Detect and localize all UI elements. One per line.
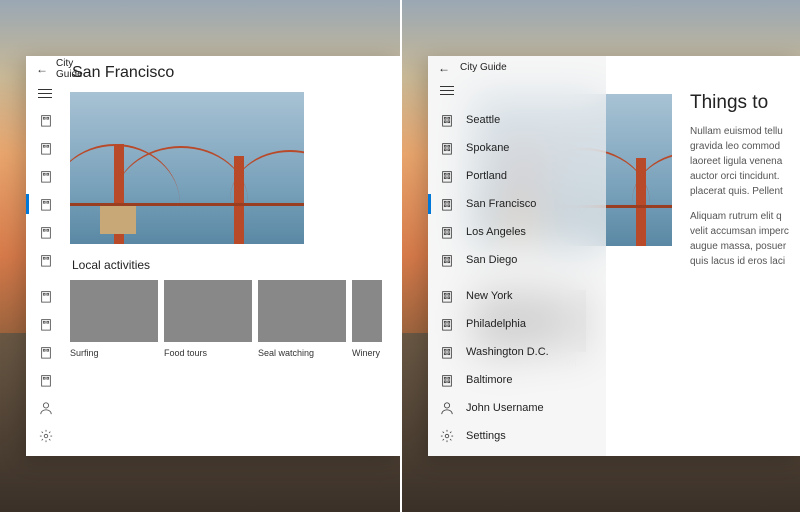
- nav-item-city[interactable]: [26, 106, 66, 134]
- building-icon: [440, 141, 454, 155]
- aside-content: Things to s Nullam euismod tellus gravid…: [382, 56, 400, 456]
- aside-paragraph: Nullam euismod tellu gravida leo commod …: [690, 124, 800, 199]
- app-window: Seal watching Wi Things to Nullam euismo…: [428, 56, 800, 456]
- building-icon: [440, 169, 454, 183]
- nav-item-city[interactable]: [26, 218, 66, 246]
- nav-settings[interactable]: Settings: [428, 422, 606, 450]
- nav-item[interactable]: Washington D.C.: [428, 338, 606, 366]
- nav-item-city[interactable]: [26, 310, 66, 338]
- aside-content: Things to Nullam euismod tellu gravida l…: [672, 56, 800, 456]
- nav-item-city[interactable]: [26, 162, 66, 190]
- hero-image: [70, 92, 304, 244]
- aside-paragraph: Aliquam rutrum elit q velit accumsan imp…: [690, 209, 800, 269]
- nav-item[interactable]: Spokane: [428, 134, 606, 162]
- nav-item[interactable]: Los Angeles: [428, 218, 606, 246]
- nav-pane-expanded: ← City Guide SeattleSpokanePortlandSan F…: [428, 56, 606, 456]
- building-icon: [440, 373, 454, 387]
- back-button[interactable]: ←: [438, 61, 450, 75]
- nav-item[interactable]: Portland: [428, 162, 606, 190]
- nav-item[interactable]: Philadelphia: [428, 310, 606, 338]
- nav-item-city[interactable]: [26, 338, 66, 366]
- user-icon[interactable]: [26, 394, 66, 422]
- hamburger-button[interactable]: [26, 81, 66, 106]
- building-icon: [440, 289, 454, 303]
- app-title: City Guide: [460, 62, 507, 73]
- nav-item-city-selected[interactable]: [26, 190, 66, 218]
- activity-tiles: Surfing Food tours Seal watching Winery: [70, 280, 382, 358]
- tile[interactable]: Surfing: [70, 280, 158, 358]
- building-icon: [440, 345, 454, 359]
- nav-item-city[interactable]: [26, 282, 66, 310]
- building-icon: [440, 113, 454, 127]
- building-icon: [440, 197, 454, 211]
- main-content: San Francisco Local activities Surfing F…: [66, 56, 382, 456]
- city-heading: San Francisco: [72, 64, 382, 82]
- nav-item[interactable]: Seattle: [428, 106, 606, 134]
- hamburger-button[interactable]: [428, 79, 606, 102]
- section-heading: Local activities: [72, 258, 382, 272]
- tile[interactable]: Food tours: [164, 280, 252, 358]
- nav-rail-compact: ← City Guide: [26, 56, 66, 456]
- app-window: ← City Guide: [26, 56, 400, 456]
- screenshot-compact: ← City Guide: [0, 0, 400, 512]
- nav-item-city[interactable]: [26, 246, 66, 274]
- gear-icon: [440, 429, 454, 443]
- nav-item[interactable]: Baltimore: [428, 366, 606, 394]
- nav-item[interactable]: New York: [428, 282, 606, 310]
- back-button[interactable]: ←: [36, 62, 48, 76]
- screenshot-expanded: Seal watching Wi Things to Nullam euismo…: [400, 0, 800, 512]
- tile[interactable]: Winery: [352, 280, 382, 358]
- nav-item-city[interactable]: [26, 134, 66, 162]
- nav-item-city[interactable]: [26, 366, 66, 394]
- user-icon: [440, 401, 454, 415]
- nav-item[interactable]: San Francisco: [428, 190, 606, 218]
- tile[interactable]: Seal watching: [258, 280, 346, 358]
- settings-icon[interactable]: [26, 422, 66, 450]
- building-icon: [440, 253, 454, 267]
- building-icon: [440, 317, 454, 331]
- aside-heading: Things to: [690, 92, 800, 114]
- building-icon: [440, 225, 454, 239]
- nav-item[interactable]: San Diego: [428, 246, 606, 274]
- nav-user[interactable]: John Username: [428, 394, 606, 422]
